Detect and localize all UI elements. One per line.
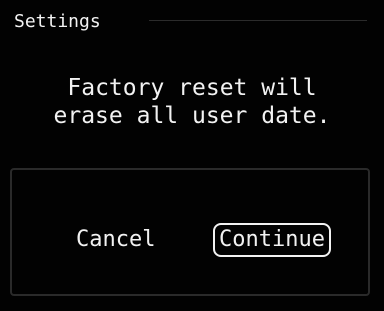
message-line-2: erase all user date.	[53, 103, 331, 129]
cancel-button[interactable]: Cancel	[68, 223, 163, 257]
page-title: Settings	[14, 11, 101, 32]
settings-screen: Settings Factory reset will erase all us…	[0, 0, 384, 311]
reset-warning-message: Factory reset will erase all user date.	[18, 74, 366, 130]
continue-button[interactable]: Continue	[213, 223, 331, 257]
message-line-1: Factory reset will	[67, 75, 317, 101]
header-divider	[149, 20, 367, 21]
header-bar: Settings	[4, 10, 380, 34]
